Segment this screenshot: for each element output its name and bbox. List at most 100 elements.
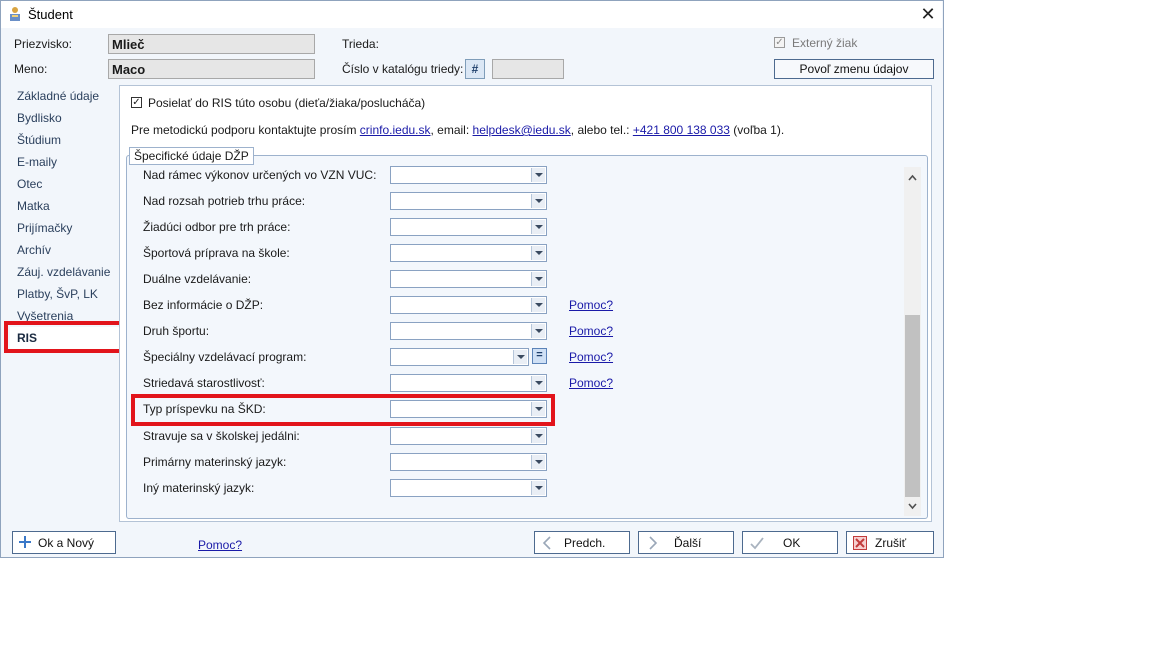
sidebar: Základné údaje Bydlisko Štúdium E-maily … <box>5 84 117 521</box>
cancel-label: Zrušiť <box>875 536 907 550</box>
support-text: Pre metodickú podporu kontaktujte prosím… <box>131 123 784 137</box>
cancel-button[interactable]: Zrušiť <box>846 531 934 554</box>
field-label-dualne-vzdelavanie: Duálne vzdelávanie: <box>143 272 252 286</box>
chevron-left-icon <box>541 535 553 551</box>
dropdown-arrow-icon[interactable] <box>531 272 545 286</box>
chevron-right-icon <box>647 535 659 551</box>
sidebar-item-bydlisko[interactable]: Bydlisko <box>17 111 62 125</box>
field-combo-dualne-vzdelavanie[interactable] <box>390 270 547 288</box>
field-label-bez-informacie: Bez informácie o DŽP: <box>143 298 264 312</box>
scroll-up-arrow-icon[interactable] <box>906 172 919 184</box>
field-combo-sportova-priprava[interactable] <box>390 244 547 262</box>
cancel-x-icon <box>853 536 867 550</box>
help-link-bez-informacie[interactable]: Pomoc? <box>569 298 613 312</box>
field-label-specialny-program: Špeciálny vzdelávací program: <box>143 350 307 364</box>
external-student-label: Externý žiak <box>792 36 858 50</box>
dropdown-arrow-icon[interactable] <box>531 298 545 312</box>
field-combo-rozsah-trhu[interactable] <box>390 192 547 210</box>
previous-button[interactable]: Predch. <box>534 531 630 554</box>
field-label-rozsah-trhu: Nad rozsah potrieb trhu práce: <box>143 194 306 208</box>
send-to-ris-label: Posielať do RIS túto osobu (dieťa/žiaka/… <box>148 96 426 110</box>
field-label-druh-sportu: Druh športu: <box>143 324 210 338</box>
dzp-group-title: Špecifické údaje DŽP <box>129 147 254 165</box>
field-combo-vzn-vuc[interactable] <box>390 166 547 184</box>
footer-help-link[interactable]: Pomoc? <box>198 538 242 552</box>
sidebar-item-platby[interactable]: Platby, ŠvP, LK <box>17 287 98 301</box>
help-link-specialny-program[interactable]: Pomoc? <box>569 350 613 364</box>
dropdown-arrow-icon[interactable] <box>531 481 545 495</box>
dzp-fields-viewport: Nad rámec výkonov určených vo VZN VUC: N… <box>127 165 904 515</box>
dropdown-arrow-icon[interactable] <box>531 429 545 443</box>
ok-and-new-label: Ok a Nový <box>38 536 95 550</box>
sidebar-item-matka[interactable]: Matka <box>17 199 50 213</box>
class-label: Trieda: <box>342 37 379 51</box>
previous-label: Predch. <box>564 536 606 550</box>
field-label-ziaduci-odbor: Žiadúci odbor pre trh práce: <box>143 220 291 234</box>
field-combo-striedava-starostlivost[interactable] <box>390 374 547 392</box>
surname-label: Priezvisko: <box>14 37 73 51</box>
field-combo-iny-jazyk[interactable] <box>390 479 547 497</box>
highlight-typ-prispevku-box <box>131 394 555 426</box>
dropdown-arrow-icon[interactable] <box>531 324 545 338</box>
sidebar-item-archiv[interactable]: Archív <box>17 243 51 257</box>
support-phone-link[interactable]: +421 800 138 033 <box>633 123 730 137</box>
field-combo-primarny-jazyk[interactable] <box>390 453 547 471</box>
dropdown-arrow-icon[interactable] <box>531 220 545 234</box>
field-label-stravuje-sa: Stravuje sa v školskej jedálni: <box>143 429 300 443</box>
field-combo-bez-informacie[interactable] <box>390 296 547 314</box>
help-link-druh-sportu[interactable]: Pomoc? <box>569 324 613 338</box>
dropdown-arrow-icon[interactable] <box>531 246 545 260</box>
dropdown-arrow-icon[interactable] <box>531 376 545 390</box>
sidebar-item-zakladne-udaje[interactable]: Základné údaje <box>17 89 99 103</box>
dropdown-arrow-icon[interactable] <box>531 455 545 469</box>
support-text-2: , email: <box>430 123 470 137</box>
field-label-iny-jazyk: Iný materinský jazyk: <box>143 481 255 495</box>
crinfo-link[interactable]: crinfo.iedu.sk <box>360 123 431 137</box>
field-combo-specialny-program[interactable] <box>390 348 529 366</box>
sidebar-item-zaujmove-vzdelavanie[interactable]: Záuj. vzdelávanie <box>17 265 110 279</box>
ok-button[interactable]: OK <box>742 531 838 554</box>
catalog-label: Číslo v katalógu triedy: <box>342 62 464 76</box>
student-app-icon <box>7 6 23 22</box>
support-text-3: , alebo tel.: <box>570 123 630 137</box>
program-picker-button[interactable]: = <box>532 348 547 364</box>
catalog-number-button[interactable]: # <box>465 59 485 79</box>
external-student-checkbox[interactable]: ✓ <box>774 37 785 48</box>
allow-change-button[interactable]: Povoľ zmenu údajov <box>774 59 934 79</box>
checkmark-icon <box>749 535 765 551</box>
dropdown-arrow-icon[interactable] <box>513 350 527 364</box>
help-link-striedava-starostlivost[interactable]: Pomoc? <box>569 376 613 390</box>
field-label-vzn-vuc: Nad rámec výkonov určených vo VZN VUC: <box>143 168 377 182</box>
name-field[interactable]: Maco <box>108 59 315 79</box>
highlight-ris-box <box>4 321 127 353</box>
title-bar <box>1 1 942 28</box>
field-label-primarny-jazyk: Primárny materinský jazyk: <box>143 455 287 469</box>
sidebar-item-emaily[interactable]: E-maily <box>17 155 57 169</box>
ok-label: OK <box>783 536 801 550</box>
sidebar-item-otec[interactable]: Otec <box>17 177 42 191</box>
support-text-4: (voľba 1). <box>733 123 785 137</box>
plus-icon <box>18 535 32 549</box>
window-title: Študent <box>28 7 73 22</box>
close-icon[interactable]: ✕ <box>916 3 940 25</box>
next-button[interactable]: Ďalší <box>638 531 734 554</box>
surname-field[interactable]: Mlieč <box>108 34 315 54</box>
sidebar-item-prijimacky[interactable]: Prijímačky <box>17 221 72 235</box>
field-combo-stravuje-sa[interactable] <box>390 427 547 445</box>
dzp-fields-list: Nad rámec výkonov určených vo VZN VUC: N… <box>127 165 904 515</box>
ok-and-new-button[interactable]: Ok a Nový <box>12 531 116 554</box>
catalog-number-field[interactable] <box>492 59 564 79</box>
dropdown-arrow-icon[interactable] <box>531 168 545 182</box>
dropdown-arrow-icon[interactable] <box>531 194 545 208</box>
scroll-down-arrow-icon[interactable] <box>906 500 919 512</box>
sidebar-item-studium[interactable]: Štúdium <box>17 133 61 147</box>
send-to-ris-checkbox[interactable]: ✓ <box>131 97 142 108</box>
name-label: Meno: <box>14 62 48 76</box>
helpdesk-email-link[interactable]: helpdesk@iedu.sk <box>473 123 571 137</box>
field-label-sportova-priprava: Športová príprava na škole: <box>143 246 290 260</box>
field-label-striedava-starostlivost: Striedavá starostlivosť: <box>143 376 265 390</box>
scrollbar-thumb[interactable] <box>905 315 920 497</box>
field-combo-ziaduci-odbor[interactable] <box>390 218 547 236</box>
field-combo-druh-sportu[interactable] <box>390 322 547 340</box>
next-label: Ďalší <box>674 536 702 550</box>
